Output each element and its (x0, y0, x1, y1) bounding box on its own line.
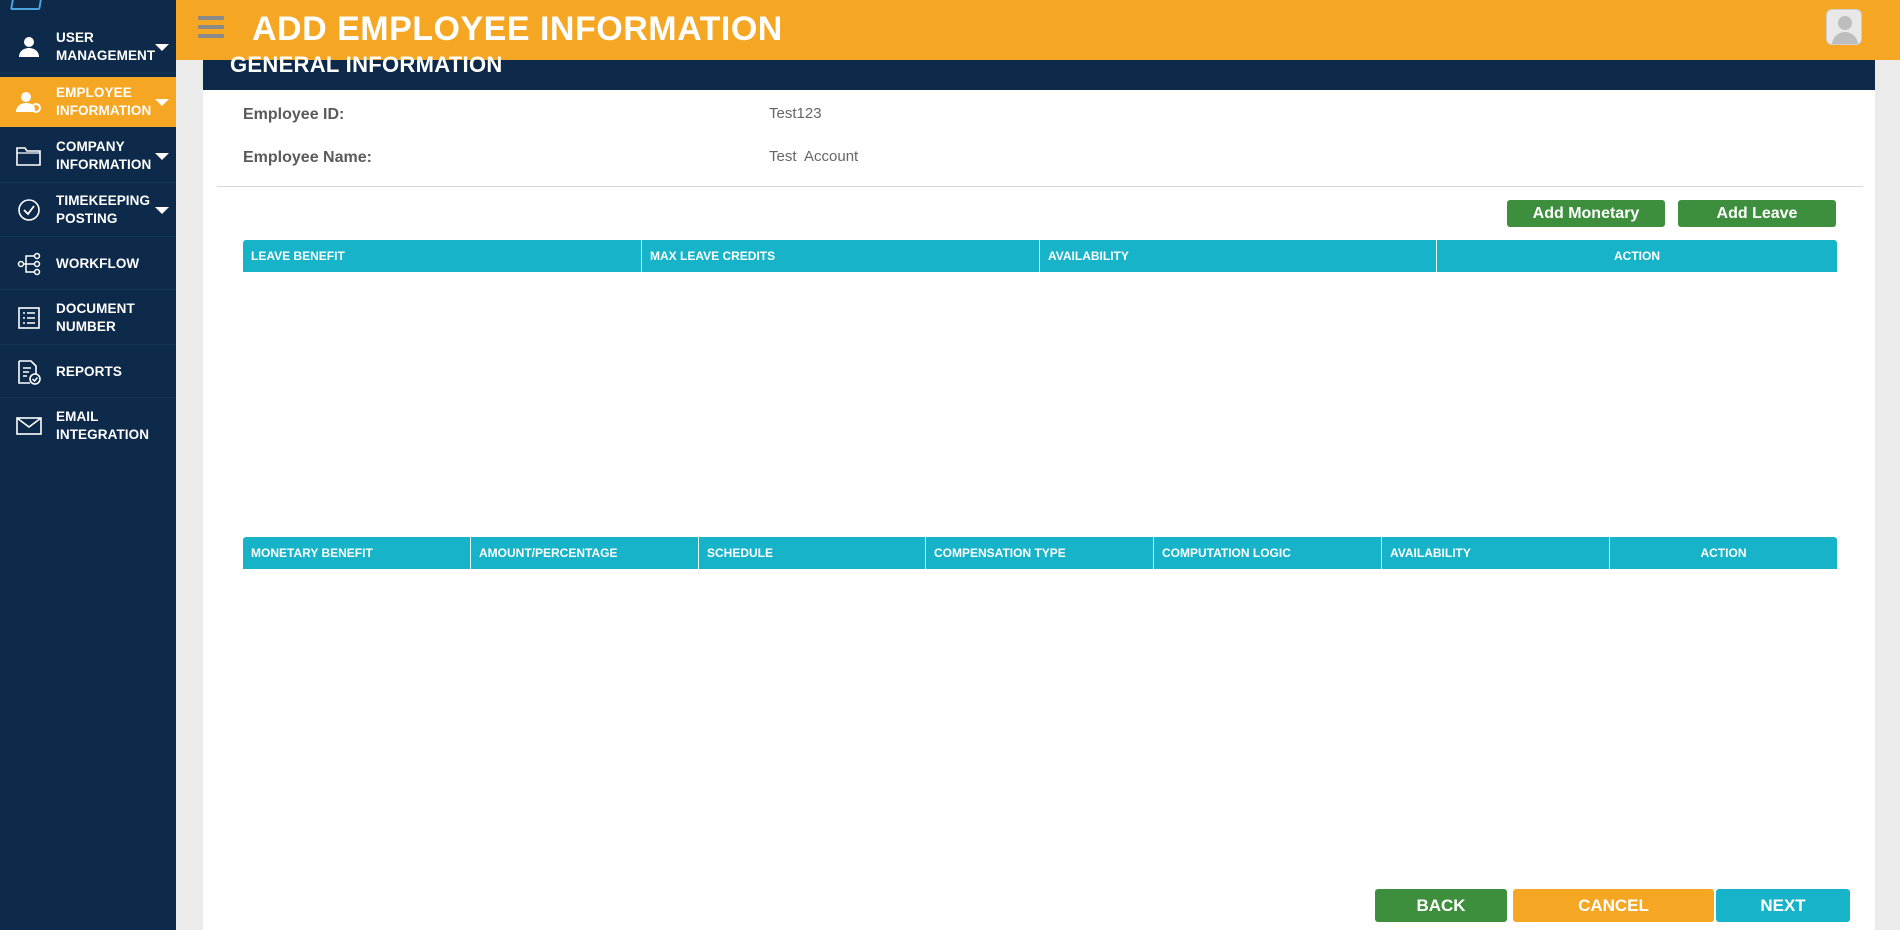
column-header[interactable]: MAX LEAVE CREDITS (642, 240, 1040, 272)
user-icon (16, 34, 42, 60)
main-panel: GENERAL INFORMATION Employee ID: Test123… (203, 52, 1875, 930)
sidebar: USER MANAGEMENT EMPLOYEE INFORMATION COM… (0, 0, 176, 930)
avatar[interactable] (1826, 9, 1862, 45)
sidebar-item-employee-information[interactable]: EMPLOYEE INFORMATION (0, 77, 176, 127)
top-header: ADD EMPLOYEE INFORMATION (176, 0, 1900, 60)
next-button[interactable]: NEXT (1716, 889, 1850, 922)
back-button[interactable]: BACK (1375, 889, 1507, 922)
column-header[interactable]: COMPUTATION LOGIC (1154, 537, 1382, 569)
workflow-icon (16, 251, 42, 277)
column-header[interactable]: AVAILABILITY (1382, 537, 1610, 569)
column-header[interactable]: ACTION (1610, 537, 1837, 569)
column-header[interactable]: AVAILABILITY (1040, 240, 1437, 272)
employee-id-value: Test123 (769, 105, 822, 122)
column-header[interactable]: ACTION (1437, 240, 1837, 272)
hamburger-menu-icon[interactable] (198, 16, 224, 40)
document-list-icon (16, 305, 42, 331)
avatar-body-shape (1832, 32, 1858, 44)
sidebar-item-label: DOCUMENT NUMBER (56, 301, 135, 334)
chevron-down-icon (155, 206, 169, 214)
general-information-header: GENERAL INFORMATION (203, 52, 1875, 90)
column-header[interactable]: MONETARY BENEFIT (243, 537, 471, 569)
chevron-down-icon (155, 43, 169, 51)
column-header[interactable]: SCHEDULE (699, 537, 926, 569)
sidebar-item-company-information[interactable]: COMPANY INFORMATION (0, 131, 176, 181)
sidebar-item-workflow[interactable]: WORKFLOW (0, 240, 176, 288)
report-icon (16, 359, 42, 385)
folder-icon (16, 143, 42, 169)
chevron-down-icon (155, 98, 169, 106)
page-title: ADD EMPLOYEE INFORMATION (252, 10, 783, 48)
sidebar-item-label: REPORTS (56, 364, 122, 379)
employee-name-value: Test Account (769, 148, 859, 165)
sidebar-item-document-number[interactable]: DOCUMENT NUMBER (0, 293, 176, 343)
leave-table-header: LEAVE BENEFIT MAX LEAVE CREDITS AVAILABI… (243, 240, 1837, 272)
add-leave-button[interactable]: Add Leave (1678, 200, 1836, 227)
sidebar-item-email-integration[interactable]: EMAIL INTEGRATION (0, 401, 176, 451)
avatar-head-shape (1838, 16, 1852, 30)
sidebar-item-label: WORKFLOW (56, 256, 140, 271)
sidebar-item-timekeeping-posting[interactable]: TIMEKEEPING POSTING (0, 185, 176, 235)
app-logo-icon (10, 0, 44, 10)
employee-name-label: Employee Name: (243, 149, 372, 166)
column-header[interactable]: AMOUNT/PERCENTAGE (471, 537, 699, 569)
sidebar-item-label: USER MANAGEMENT (56, 30, 156, 63)
divider (217, 186, 1863, 187)
logo-area (0, 0, 176, 20)
divider (0, 72, 176, 73)
sidebar-item-label: EMPLOYEE INFORMATION (56, 85, 152, 118)
page-scrollbar[interactable] (1877, 60, 1900, 930)
sidebar-item-user-management[interactable]: USER MANAGEMENT (0, 22, 176, 72)
sidebar-item-label: COMPANY INFORMATION (56, 139, 152, 172)
envelope-icon (16, 413, 42, 439)
column-header[interactable]: LEAVE BENEFIT (243, 240, 642, 272)
employee-icon (16, 89, 42, 115)
sidebar-item-label: TIMEKEEPING POSTING (56, 193, 151, 226)
sidebar-item-reports[interactable]: REPORTS (0, 348, 176, 396)
divider (0, 182, 176, 183)
divider (0, 289, 176, 290)
divider (0, 397, 176, 398)
divider (0, 236, 176, 237)
employee-id-label: Employee ID: (243, 106, 345, 123)
monetary-table-header: MONETARY BENEFIT AMOUNT/PERCENTAGE SCHED… (243, 537, 1837, 569)
check-circle-icon (16, 197, 42, 223)
add-monetary-button[interactable]: Add Monetary (1507, 200, 1665, 227)
section-title: GENERAL INFORMATION (230, 52, 503, 77)
chevron-down-icon (155, 152, 169, 160)
sidebar-item-label: EMAIL INTEGRATION (56, 409, 150, 442)
column-header[interactable]: COMPENSATION TYPE (926, 537, 1154, 569)
cancel-button[interactable]: CANCEL (1513, 889, 1714, 922)
divider (0, 344, 176, 345)
